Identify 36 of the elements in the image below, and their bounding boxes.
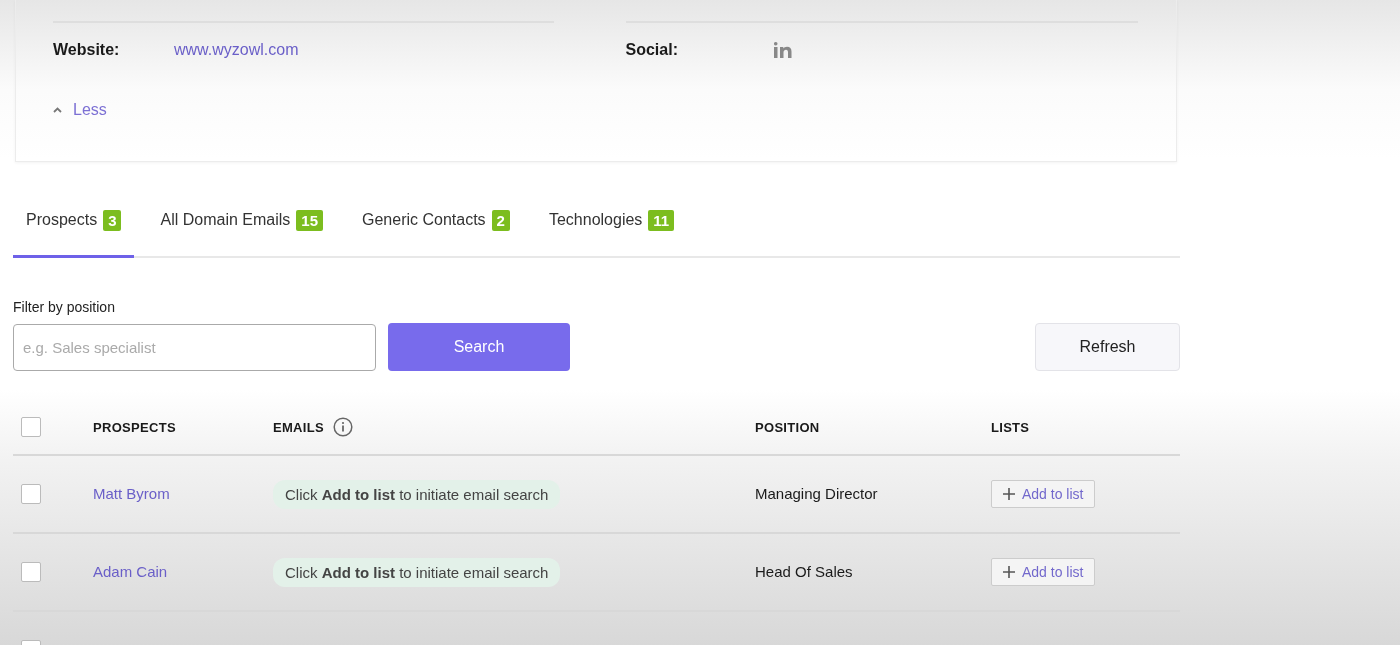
checkbox[interactable] [21,417,41,437]
prospect-link[interactable]: Matt Byrom [93,485,170,502]
email-hint: Click Add to list to initiate email search [273,557,561,587]
column-header: LISTS [991,420,1030,435]
email-hint: Click Add to list to initiate email search [273,479,561,509]
add-to-list-button[interactable]: Add to list [991,558,1096,586]
plus-icon [1003,566,1015,578]
tab[interactable]: All Domain Emails 15 [147,185,336,258]
info-icon[interactable] [332,417,353,437]
count-badge: 2 [491,209,510,231]
linkedin-icon[interactable] [773,42,792,58]
position-text: Head Of Sales [755,563,853,580]
add-to-list-button[interactable]: Add to list [991,480,1096,508]
count-badge: 11 [648,209,675,231]
column-header: EMAILS [273,419,324,435]
tab[interactable]: Technologies 11 [535,185,688,258]
less-toggle[interactable]: Less [53,101,107,119]
column-header: PROSPECTS [93,420,176,435]
count-badge: 3 [103,209,122,231]
search-button[interactable]: Search [388,323,570,371]
column-header: POSITION [755,420,820,435]
tab[interactable]: Generic Contacts 2 [349,185,523,258]
website-link[interactable]: www.wyzowl.com [174,41,299,59]
refresh-button[interactable]: Refresh [1035,323,1180,371]
position-field[interactable]: e.g. Sales specialist [13,323,376,371]
chevron-icon [53,107,62,113]
prospect-link[interactable]: Adam Cain [93,563,168,580]
field-label: Social: [625,41,679,59]
count-badge: 15 [296,209,323,231]
checkbox[interactable] [21,562,41,582]
tab[interactable]: Prospects 3 [13,185,135,258]
checkbox[interactable] [21,484,41,504]
position-text: Managing Director [755,485,878,502]
plus-icon [1003,488,1015,500]
field-label: Website: [53,41,121,59]
filter-label: Filter by position [13,299,116,315]
